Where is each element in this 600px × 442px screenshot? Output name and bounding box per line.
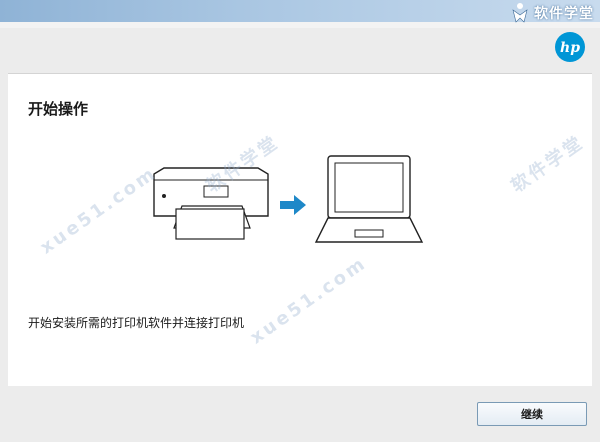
brand-name-text: 软件学堂 (534, 6, 594, 22)
hp-logo-icon: hp (555, 32, 585, 62)
laptop-icon (314, 155, 424, 243)
footer-bar: 继续 (0, 386, 600, 442)
page-title: 开始操作 (28, 100, 89, 118)
printer-icon (153, 167, 269, 240)
arrow-right-icon (280, 195, 306, 215)
continue-button[interactable]: 继续 (477, 402, 587, 426)
installer-window: 软件学堂 hp 开始操作 开始安装所需的打印机软件并连接打印机 继续 xue51… (0, 0, 600, 442)
brand-figure-icon (512, 3, 528, 23)
svg-text:hp: hp (560, 40, 580, 56)
content-panel: 开始操作 开始安装所需的打印机软件并连接打印机 (8, 73, 592, 387)
brand-watermark-logo: 软件学堂 (510, 1, 594, 25)
setup-description: 开始安装所需的打印机软件并连接打印机 (28, 316, 245, 330)
setup-illustration (153, 155, 424, 243)
